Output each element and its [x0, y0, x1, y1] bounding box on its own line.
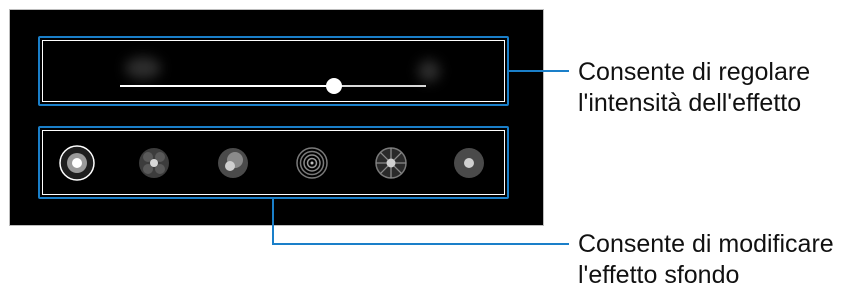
effect-option-blur[interactable] — [58, 144, 96, 182]
effect-option-mono[interactable] — [450, 144, 488, 182]
effect-option-big-circle[interactable] — [135, 144, 173, 182]
background-leader-line-horizontal — [272, 243, 569, 245]
effect-option-spin[interactable] — [293, 144, 331, 182]
intensity-slider-highlight — [38, 36, 509, 106]
intensity-callout: Consente di regolare l'intensità dell'ef… — [578, 57, 810, 119]
zoom-effect-icon — [375, 147, 407, 179]
intensity-leader-line — [509, 70, 569, 72]
background-callout-line1: Consente di modificare — [578, 230, 834, 258]
background-callout: Consente di modificare l'effetto sfondo — [578, 229, 834, 291]
intensity-slider-fill — [120, 85, 335, 87]
big-circle-effect-icon — [139, 148, 169, 178]
background-callout-line2: l'effetto sfondo — [578, 261, 740, 289]
intensity-slider[interactable] — [120, 85, 426, 87]
background-leader-line-vertical — [272, 199, 274, 244]
effect-list-highlight — [38, 126, 509, 199]
blur-effect-icon — [59, 145, 95, 181]
intensity-callout-line1: Consente di regolare — [578, 58, 811, 86]
mono-effect-icon — [454, 148, 484, 178]
effect-option-color-point[interactable] — [214, 144, 252, 182]
intensity-callout-line2: l'intensità dell'effetto — [578, 89, 802, 117]
spin-effect-icon — [296, 147, 328, 179]
color-point-effect-icon — [218, 148, 248, 178]
effect-option-zoom[interactable] — [372, 144, 410, 182]
